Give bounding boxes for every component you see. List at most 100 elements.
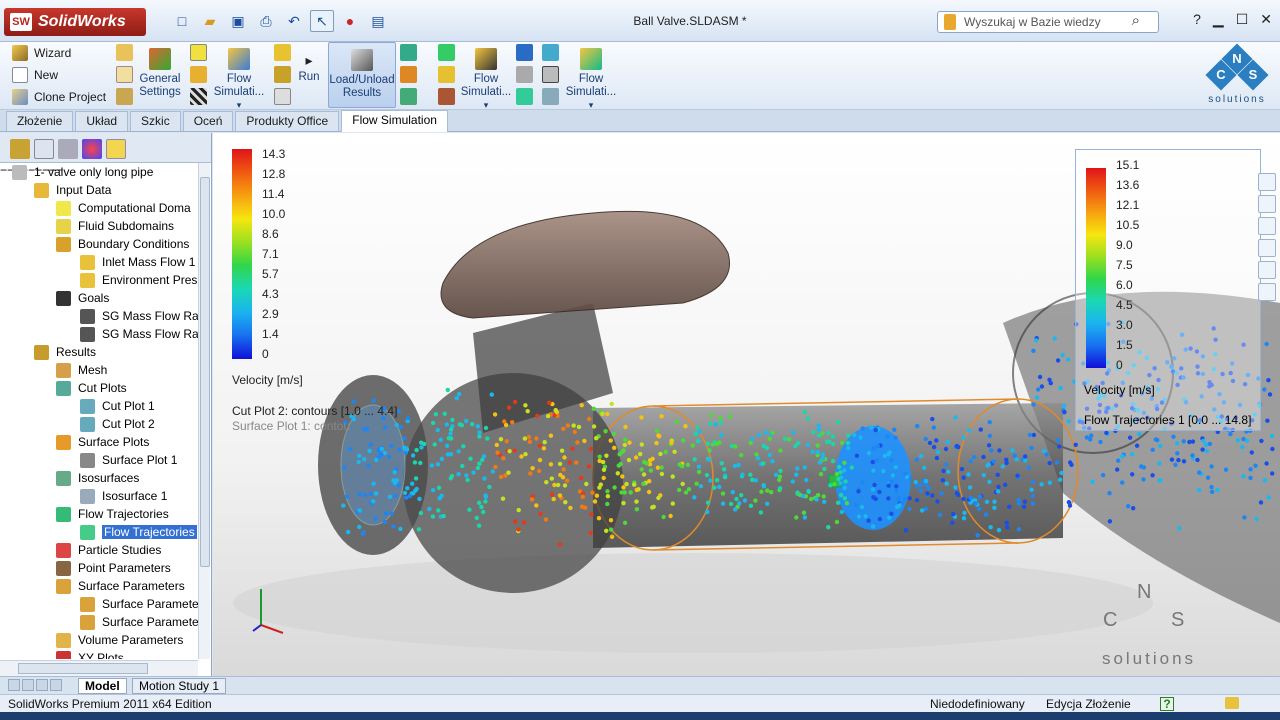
maximize-icon[interactable]: ☐	[1236, 11, 1249, 28]
tab-zlozenie[interactable]: Złożenie	[6, 111, 74, 131]
tree-node[interactable]: Environment Pres	[80, 271, 197, 289]
tree-node[interactable]: Surface Paramete	[80, 613, 198, 631]
rebuild-traffic-light-icon[interactable]: ●	[338, 10, 362, 32]
tree-node[interactable]: Boundary Conditions	[56, 235, 189, 253]
feature-manager-tab-icon[interactable]	[10, 139, 30, 159]
solver-icon[interactable]	[274, 66, 291, 83]
volume-parameter-tool-icon[interactable]	[516, 66, 533, 83]
new-document-icon[interactable]: □	[170, 10, 194, 32]
tree-node[interactable]: Flow Trajectories	[56, 505, 169, 523]
point-parameter-tool-icon[interactable]	[438, 88, 455, 105]
tree-node[interactable]: Surface Plots	[56, 433, 149, 451]
tree-vertical-scrollbar[interactable]	[198, 163, 210, 659]
tree-node[interactable]: Surface Plot 1	[80, 451, 177, 469]
file-properties-icon[interactable]: ▤	[366, 10, 390, 32]
boundary-condition-icon[interactable]	[190, 66, 207, 83]
knowledge-base-search[interactable]: Wyszukaj w Bazie wiedzy ⌕	[937, 11, 1159, 33]
view-palette-icon[interactable]	[1258, 239, 1276, 257]
batch-icon[interactable]	[274, 88, 291, 105]
flow-simulation-menu-3[interactable]: Flow Simulati... ▾	[564, 42, 618, 110]
tree-node[interactable]: Input Data	[34, 181, 111, 199]
tree-node[interactable]: XY Plots	[56, 649, 124, 659]
tree-node[interactable]: Cut Plot 2	[80, 415, 155, 433]
clone-project-button[interactable]: Clone Project	[0, 86, 106, 108]
scroll-thumb[interactable]	[200, 177, 210, 567]
tab-model[interactable]: Model	[78, 678, 127, 694]
tree-node[interactable]: Cut Plots	[56, 379, 127, 397]
configuration-manager-tab-icon[interactable]	[58, 139, 78, 159]
tree-node[interactable]: 1- valve only long pipe	[12, 163, 153, 181]
trajectory-tool-icon[interactable]	[438, 44, 455, 61]
help-button[interactable]: ?	[1193, 11, 1201, 28]
isosurface-tool-icon[interactable]	[400, 88, 417, 105]
open-folder-icon[interactable]: ▰	[198, 10, 222, 32]
computational-domain-icon[interactable]	[190, 44, 207, 61]
tree-node[interactable]: Goals	[56, 289, 109, 307]
tree-node[interactable]: Computational Doma	[56, 199, 191, 217]
undo-icon[interactable]: ↶	[282, 10, 306, 32]
wizard-button[interactable]: Wizard	[0, 42, 106, 64]
close-icon[interactable]: ✕	[1260, 11, 1272, 28]
tree-node[interactable]: Surface Paramete	[80, 595, 198, 613]
tree-horizontal-scrollbar[interactable]	[0, 660, 198, 676]
scroll-thumb[interactable]	[18, 663, 148, 674]
customize-icon[interactable]	[116, 44, 133, 61]
tree-node[interactable]: SG Mass Flow Rat	[80, 307, 198, 325]
tree-node[interactable]: Inlet Mass Flow 1	[80, 253, 195, 271]
tree-node[interactable]: Volume Parameters	[56, 631, 183, 649]
goals-icon[interactable]	[190, 88, 207, 105]
home-icon[interactable]	[1258, 173, 1276, 191]
file-explorer-icon[interactable]	[1258, 217, 1276, 235]
flow-analysis-tree-tab-icon[interactable]	[106, 139, 126, 159]
tree-node[interactable]: Flow Trajectories	[80, 523, 197, 541]
goal-plot-tool-icon[interactable]	[542, 44, 559, 61]
animation-tool-icon[interactable]	[542, 88, 559, 105]
search-icon[interactable]: ⌕	[1132, 12, 1140, 29]
general-settings-button[interactable]: General Settings	[136, 42, 184, 108]
minimize-icon[interactable]: ▁	[1213, 11, 1224, 28]
report-tool-icon[interactable]	[542, 66, 559, 83]
tree-node[interactable]: Fluid Subdomains	[56, 217, 174, 235]
help-status-icon[interactable]: ?	[1160, 697, 1174, 711]
flow-simulation-menu-1[interactable]: Flow Simulati... ▾	[212, 42, 266, 110]
appearances-icon[interactable]	[1258, 261, 1276, 279]
tab-flow-simulation[interactable]: Flow Simulation	[341, 110, 448, 132]
tab-produkty-office[interactable]: Produkty Office	[235, 111, 340, 131]
rebuild-status-icon[interactable]	[1225, 697, 1239, 709]
settings-table-icon[interactable]	[116, 66, 133, 83]
tab-szkic[interactable]: Szkic	[130, 111, 181, 131]
tree-node[interactable]: Surface Parameters	[56, 577, 185, 595]
tree-node[interactable]: SG Mass Flow Rat	[80, 325, 198, 343]
tab-scroll-buttons[interactable]	[8, 679, 62, 691]
print-icon[interactable]: ⎙	[254, 10, 278, 32]
particle-tool-icon[interactable]	[438, 66, 455, 83]
display-manager-tab-icon[interactable]	[82, 139, 102, 159]
tree-node[interactable]: Isosurface 1	[80, 487, 167, 505]
tab-motion-study-1[interactable]: Motion Study 1	[132, 678, 227, 694]
property-manager-tab-icon[interactable]	[34, 139, 54, 159]
new-project-button[interactable]: New	[0, 64, 106, 86]
surface-plot-tool-icon[interactable]	[400, 66, 417, 83]
cut-plot-tool-icon[interactable]	[400, 44, 417, 61]
load-unload-results-button[interactable]: Load/Unload Results	[328, 42, 396, 108]
solidworks-logo[interactable]: SW SolidWorks	[4, 8, 146, 36]
tree-node[interactable]: Results	[34, 343, 96, 361]
tree-node[interactable]: Cut Plot 1	[80, 397, 155, 415]
run-button[interactable]: ▸ Run	[296, 42, 322, 108]
select-arrow-icon[interactable]: ↖	[310, 10, 334, 32]
flow-simulation-menu-2[interactable]: Flow Simulati... ▾	[460, 42, 512, 110]
tree-node[interactable]: Isosurfaces	[56, 469, 139, 487]
tree-node[interactable]: Mesh	[56, 361, 107, 379]
graphics-viewport[interactable]: ⊕ ⊡ ↺ ◧ ⬚ ◩ ◍ ● ◉ ▦ ▁ ❐ ✕ 14.312.811.410…	[213, 133, 1280, 676]
units-icon[interactable]	[116, 88, 133, 105]
tree-node[interactable]: Point Parameters	[56, 559, 171, 577]
surface-parameter-tool-icon[interactable]	[516, 44, 533, 61]
mesh-settings-icon[interactable]	[274, 44, 291, 61]
custom-properties-icon[interactable]	[1258, 283, 1276, 301]
tree-collapse-toggle[interactable]: −	[0, 163, 7, 177]
tree-node[interactable]: Particle Studies	[56, 541, 161, 559]
tab-ocen[interactable]: Oceń	[182, 111, 234, 131]
design-library-icon[interactable]	[1258, 195, 1276, 213]
save-icon[interactable]: ▣	[226, 10, 250, 32]
xy-plot-tool-icon[interactable]	[516, 88, 533, 105]
